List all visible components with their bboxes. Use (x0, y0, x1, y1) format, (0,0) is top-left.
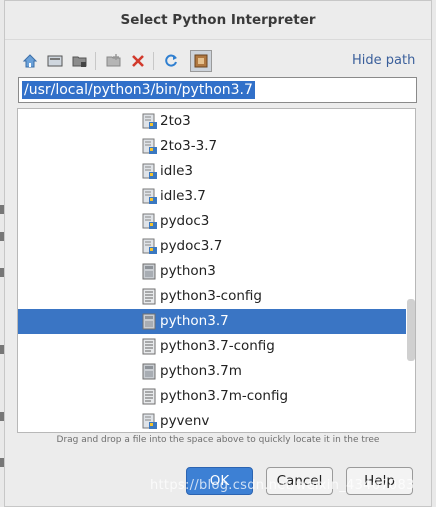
tree-file-row[interactable]: python3-config (18, 284, 406, 309)
script-file-icon (142, 138, 158, 155)
select-interpreter-dialog: Select Python Interpreter Hide path /usr… (4, 0, 432, 507)
toolbar-separator (153, 52, 154, 70)
text-file-icon (142, 338, 158, 355)
tree-file-label: idle3 (160, 163, 193, 179)
desktop-icon (47, 55, 63, 67)
show-hidden-files-toggle[interactable] (190, 50, 212, 72)
tree-file-row[interactable]: python3 (18, 259, 406, 284)
tree-file-row[interactable]: idle3.7 (18, 184, 406, 209)
tree-file-label: python3-config (160, 288, 262, 304)
drag-drop-hint: Drag and drop a file into the space abov… (56, 435, 380, 445)
script-file-icon (142, 238, 158, 255)
tree-file-row[interactable]: 2to3 (18, 109, 406, 134)
tree-file-row[interactable]: pydoc3 (18, 209, 406, 234)
script-file-icon (142, 163, 158, 180)
delete-icon (132, 55, 144, 67)
tree-file-row[interactable]: pyvenv (18, 409, 406, 432)
tree-file-label: python3.7 (160, 313, 229, 329)
text-file-icon (142, 288, 158, 305)
tree-file-row[interactable]: idle3 (18, 159, 406, 184)
home-button[interactable] (19, 50, 41, 72)
script-file-icon (142, 413, 158, 430)
path-input[interactable]: /usr/local/python3/bin/python3.7 (18, 77, 417, 103)
script-file-icon (142, 113, 158, 130)
script-file-icon (142, 188, 158, 205)
text-file-icon (142, 388, 158, 405)
tree-file-row[interactable]: 2to3-3.7 (18, 134, 406, 159)
new-folder-icon (106, 54, 121, 67)
hide-path-link[interactable]: Hide path (352, 53, 415, 68)
tree-file-label: pyvenv (160, 413, 210, 429)
tree-file-row[interactable]: python3.7m (18, 359, 406, 384)
tree-file-label: python3 (160, 263, 216, 279)
executable-file-icon (142, 363, 158, 380)
show-hidden-icon (194, 54, 208, 68)
tree-file-row[interactable]: pydoc3.7 (18, 234, 406, 259)
path-input-value: /usr/local/python3/bin/python3.7 (22, 81, 255, 99)
executable-file-icon (142, 313, 158, 330)
file-tree[interactable]: pyvenv python3.7m-config python3.7m python3… (17, 108, 416, 433)
new-folder-button[interactable] (103, 50, 125, 72)
tree-file-label: 2to3 (160, 113, 191, 129)
tree-file-row[interactable]: python3.7 (18, 309, 406, 334)
tree-file-label: pydoc3.7 (160, 238, 223, 254)
tree-file-label: pydoc3 (160, 213, 210, 229)
script-file-icon (142, 213, 158, 230)
desktop-button[interactable] (44, 50, 66, 72)
refresh-button[interactable] (160, 50, 182, 72)
tree-file-label: idle3.7 (160, 188, 206, 204)
refresh-icon (165, 54, 177, 67)
tree-file-label: python3.7-config (160, 338, 275, 354)
watermark: https://blog.csdn.net/weixin_43467083 (150, 478, 415, 493)
home-icon (22, 54, 38, 68)
project-folder-icon (72, 56, 87, 67)
tree-file-label: python3.7m-config (160, 388, 289, 404)
project-folder-button[interactable] (69, 50, 91, 72)
tree-file-label: 2to3-3.7 (160, 138, 218, 154)
toolbar-separator (95, 52, 96, 70)
tree-file-label: python3.7m (160, 363, 242, 379)
tree-scrollbar-thumb[interactable] (407, 299, 415, 361)
dialog-title: Select Python Interpreter (5, 1, 431, 40)
delete-button[interactable] (127, 50, 149, 72)
executable-file-icon (142, 263, 158, 280)
tree-file-row[interactable]: python3.7-config (18, 334, 406, 359)
tree-file-row[interactable]: python3.7m-config (18, 384, 406, 409)
